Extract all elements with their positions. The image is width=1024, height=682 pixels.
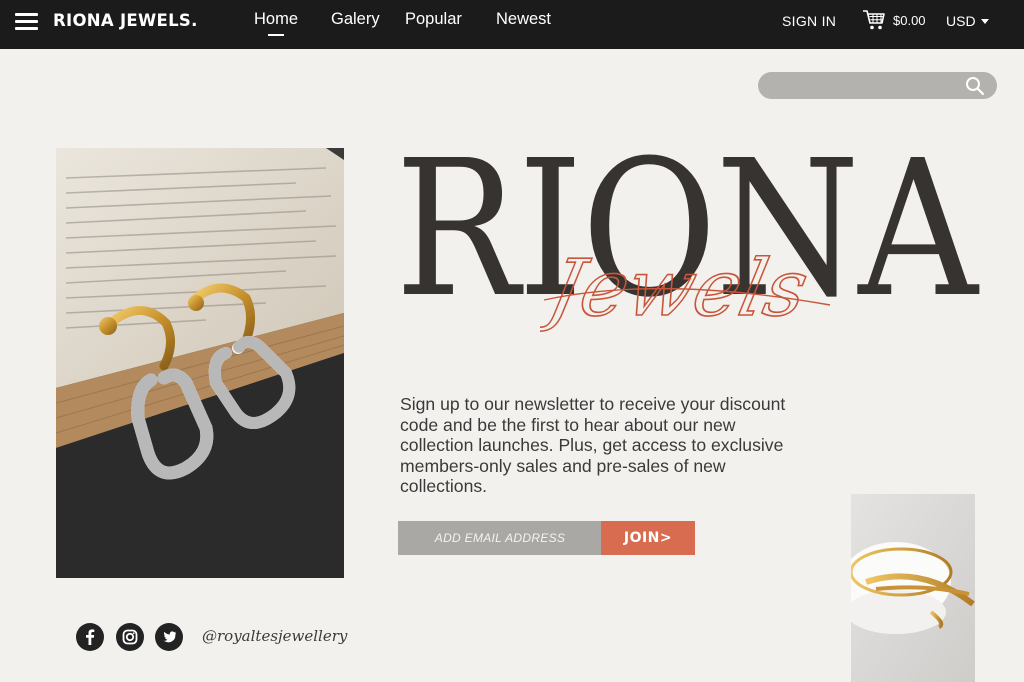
join-button[interactable]: JOIN> bbox=[601, 521, 695, 555]
search-input[interactable] bbox=[758, 72, 997, 99]
bangles-product-photo bbox=[851, 494, 975, 682]
currency-selector[interactable]: USD bbox=[946, 13, 989, 29]
nav-popular[interactable]: Popular bbox=[405, 10, 462, 29]
facebook-icon[interactable] bbox=[76, 623, 104, 651]
hamburger-menu-icon[interactable] bbox=[15, 13, 38, 31]
search-icon[interactable] bbox=[965, 76, 985, 96]
nav-home[interactable]: Home bbox=[254, 10, 298, 36]
newsletter-description: Sign up to our newsletter to receive you… bbox=[400, 394, 786, 496]
chevron-down-icon bbox=[980, 19, 989, 24]
sign-in-link[interactable]: SIGN IN bbox=[782, 13, 836, 29]
social-handle[interactable]: @royaltesjewellery bbox=[202, 627, 347, 645]
nav-galery[interactable]: Galery bbox=[331, 10, 380, 29]
jewels-script-logo: Jewels bbox=[540, 245, 831, 335]
top-nav-bar: RIONA JEWELS. Home Galery Popular Newest… bbox=[0, 0, 1024, 49]
earrings-product-photo bbox=[56, 148, 344, 578]
shopping-cart-icon[interactable] bbox=[862, 9, 886, 31]
brand-logo[interactable]: RIONA JEWELS. bbox=[53, 11, 198, 30]
instagram-icon[interactable] bbox=[116, 623, 144, 651]
email-field[interactable] bbox=[398, 521, 602, 555]
nav-newest[interactable]: Newest bbox=[496, 10, 551, 29]
currency-label: USD bbox=[946, 13, 976, 29]
twitter-icon[interactable] bbox=[155, 623, 183, 651]
cart-total[interactable]: $0.00 bbox=[893, 13, 926, 28]
